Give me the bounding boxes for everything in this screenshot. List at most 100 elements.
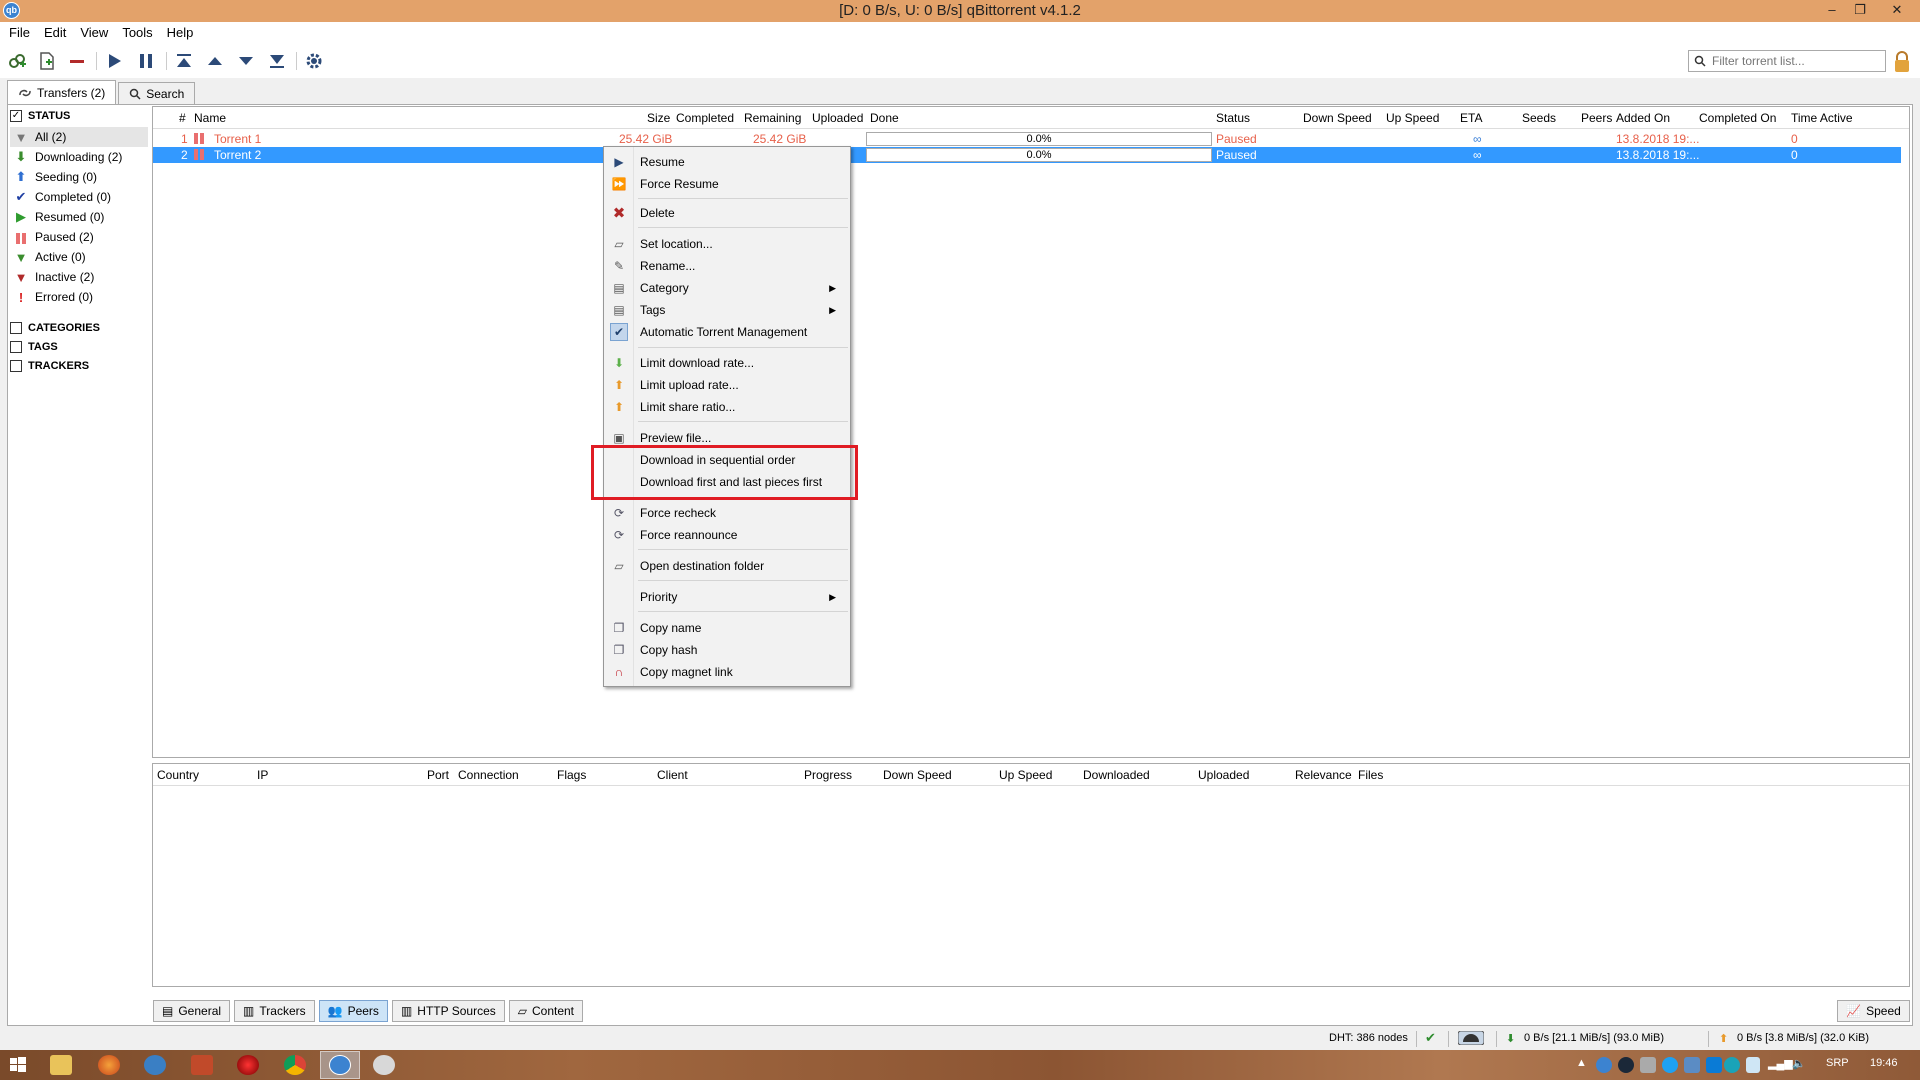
tray-qbittorrent-icon[interactable] (1596, 1057, 1612, 1073)
categories-checkbox[interactable] (10, 322, 22, 334)
status-item-all[interactable]: ▼ All (2) (10, 127, 148, 147)
ctx-automatic-torrent-management[interactable]: ✔ Automatic Torrent Management (606, 321, 848, 343)
alt-speed-icon[interactable] (1457, 1030, 1485, 1048)
move-top-button[interactable] (171, 49, 197, 73)
download-speed[interactable]: 0 B/s [21.1 MiB/s] (93.0 MiB) (1524, 1032, 1664, 1044)
col-header-port[interactable]: Port (427, 768, 449, 782)
tray-app-icon[interactable] (1662, 1057, 1678, 1073)
col-header-num[interactable]: # (179, 111, 186, 125)
language-indicator[interactable]: SRP (1826, 1057, 1849, 1069)
status-item-resumed[interactable]: ▶ Resumed (0) (10, 207, 148, 227)
col-header-down-speed[interactable]: Down Speed (1303, 111, 1372, 125)
tags-header[interactable]: TAGS (10, 339, 58, 355)
col-header-done[interactable]: Done (870, 111, 899, 125)
col-header-flags[interactable]: Flags (557, 768, 586, 782)
chrome-icon[interactable] (284, 1055, 306, 1075)
col-header-ip[interactable]: IP (257, 768, 268, 782)
col-header-country[interactable]: Country (157, 768, 199, 782)
lock-icon[interactable] (1892, 50, 1912, 74)
tray-shield-icon[interactable] (1640, 1057, 1656, 1073)
menu-tools[interactable]: Tools (117, 22, 161, 44)
network-icon[interactable]: ▂▄▆ (1768, 1057, 1793, 1070)
tray-app-icon[interactable] (1724, 1057, 1740, 1073)
maximize-button[interactable]: ❐ (1846, 0, 1874, 22)
file-explorer-icon[interactable] (50, 1055, 72, 1075)
ctx-copy-hash[interactable]: ❐ Copy hash (606, 639, 848, 661)
tab-peers[interactable]: 👥 Peers (318, 1000, 388, 1022)
col-header-up-speed[interactable]: Up Speed (1386, 111, 1439, 125)
clock[interactable]: 19:46 (1870, 1057, 1898, 1069)
minimize-button[interactable]: – (1818, 0, 1846, 22)
col-header-completed-on[interactable]: Completed On (1699, 111, 1776, 125)
ctx-force-recheck[interactable]: ⟳ Force recheck (606, 502, 848, 524)
ctx-force-reannounce[interactable]: ⟳ Force reannounce (606, 524, 848, 546)
table-row[interactable]: 2 Torrent 2 0.0% Paused ∞ 13.8.2018 19:.… (153, 147, 1901, 163)
status-item-errored[interactable]: ! Errored (0) (10, 287, 148, 307)
col-header-added-on[interactable]: Added On (1616, 111, 1670, 125)
col-header-completed[interactable]: Completed (676, 111, 734, 125)
firefox-icon[interactable] (98, 1055, 120, 1075)
app-icon[interactable] (373, 1055, 395, 1075)
trackers-checkbox[interactable] (10, 360, 22, 372)
col-header-name[interactable]: Name (194, 111, 226, 125)
status-item-seeding[interactable]: ⬆ Seeding (0) (10, 167, 148, 187)
tray-steam-icon[interactable] (1618, 1057, 1634, 1073)
col-header-size[interactable]: Size (647, 111, 670, 125)
tray-app-icon[interactable] (1684, 1057, 1700, 1073)
col-header-connection[interactable]: Connection (458, 768, 519, 782)
ctx-category[interactable]: ▤ Category ▶ (606, 277, 848, 299)
tab-transfers[interactable]: Transfers (2) (7, 80, 117, 104)
col-header-remaining[interactable]: Remaining (744, 111, 801, 125)
ctx-set-location[interactable]: ▱ Set location... (606, 233, 848, 255)
trackers-header[interactable]: TRACKERS (10, 358, 89, 374)
menu-view[interactable]: View (75, 22, 117, 44)
menu-file[interactable]: File (4, 22, 39, 44)
app-icon[interactable] (191, 1055, 213, 1075)
col-header-client[interactable]: Client (657, 768, 688, 782)
remove-torrent-button[interactable] (64, 49, 90, 73)
tray-app-icon[interactable] (1746, 1057, 1760, 1073)
col-header-time-active[interactable]: Time Active (1791, 111, 1853, 125)
add-torrent-link-button[interactable] (4, 49, 30, 73)
status-checkbox[interactable]: ✓ (10, 110, 22, 122)
tab-trackers[interactable]: ▥ Trackers (234, 1000, 315, 1022)
col-header-uploaded[interactable]: Uploaded (1198, 768, 1249, 782)
tab-content[interactable]: ▱ Content (508, 1000, 584, 1022)
volume-icon[interactable]: 🔈 (1792, 1057, 1806, 1070)
status-item-completed[interactable]: ✔ Completed (0) (10, 187, 148, 207)
col-header-status[interactable]: Status (1216, 111, 1250, 125)
tab-general[interactable]: ▤ General (153, 1000, 231, 1022)
col-header-files[interactable]: Files (1358, 768, 1383, 782)
col-header-downloaded[interactable]: Downloaded (1083, 768, 1150, 782)
ctx-limit-download[interactable]: ⬇ Limit download rate... (606, 352, 848, 374)
move-bottom-button[interactable] (264, 49, 290, 73)
col-header-eta[interactable]: ETA (1460, 111, 1482, 125)
ctx-limit-upload[interactable]: ⬆ Limit upload rate... (606, 374, 848, 396)
ctx-force-resume[interactable]: ⏩ Force Resume (606, 173, 848, 195)
status-header[interactable]: ✓ STATUS (10, 108, 70, 124)
ctx-limit-ratio[interactable]: ⬆ Limit share ratio... (606, 396, 848, 418)
filter-torrent-box[interactable] (1688, 50, 1886, 72)
col-header-peers[interactable]: Peers (1581, 111, 1612, 125)
tags-checkbox[interactable] (10, 341, 22, 353)
close-button[interactable]: ✕ (1874, 0, 1920, 22)
col-header-progress[interactable]: Progress (804, 768, 852, 782)
ctx-open-destination[interactable]: ▱ Open destination folder (606, 555, 848, 577)
filter-torrent-input[interactable] (1712, 54, 1882, 68)
upload-speed[interactable]: 0 B/s [3.8 MiB/s] (32.0 KiB) (1737, 1032, 1869, 1044)
tab-http-sources[interactable]: ▥ HTTP Sources (391, 1000, 505, 1022)
ctx-rename[interactable]: ✎ Rename... (606, 255, 848, 277)
tray-chevron-icon[interactable]: ▲ (1576, 1057, 1587, 1069)
menu-edit[interactable]: Edit (39, 22, 75, 44)
tab-search[interactable]: Search (118, 82, 196, 104)
col-header-uploaded[interactable]: Uploaded (812, 111, 863, 125)
speed-button[interactable]: 📈 Speed (1837, 1000, 1910, 1022)
col-header-down-speed[interactable]: Down Speed (883, 768, 952, 782)
windows-start-icon[interactable] (8, 1055, 28, 1075)
status-item-downloading[interactable]: ⬇ Downloading (2) (10, 147, 148, 167)
col-header-up-speed[interactable]: Up Speed (999, 768, 1052, 782)
ctx-tags[interactable]: ▤ Tags ▶ (606, 299, 848, 321)
status-item-active[interactable]: ▼ Active (0) (10, 247, 148, 267)
options-button[interactable] (301, 49, 327, 73)
ctx-priority[interactable]: Priority ▶ (606, 586, 848, 608)
